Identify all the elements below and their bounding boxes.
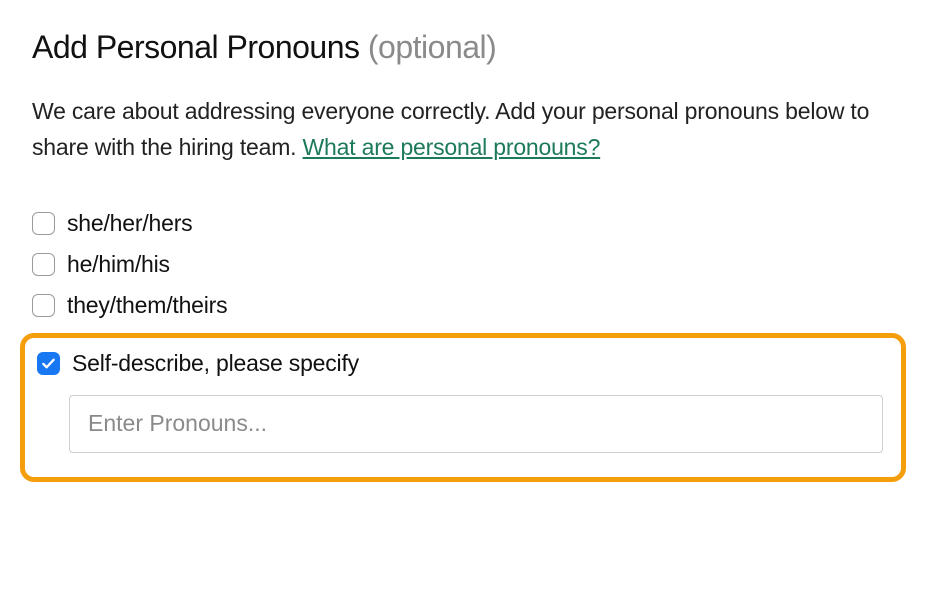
self-describe-highlight: Self-describe, please specify	[20, 333, 906, 482]
option-self-describe: Self-describe, please specify	[37, 350, 883, 377]
checkbox-they-them[interactable]	[32, 294, 55, 317]
pronoun-options: she/her/hers he/him/his they/them/theirs…	[32, 210, 904, 482]
section-heading: Add Personal Pronouns (optional)	[32, 28, 904, 66]
section-description: We care about addressing everyone correc…	[32, 94, 904, 165]
checkmark-icon	[41, 356, 56, 371]
label-they-them[interactable]: they/them/theirs	[67, 292, 227, 319]
option-they-them: they/them/theirs	[32, 292, 904, 319]
label-self-describe[interactable]: Self-describe, please specify	[72, 350, 359, 377]
option-she-her: she/her/hers	[32, 210, 904, 237]
self-describe-input[interactable]	[69, 395, 883, 453]
label-he-him[interactable]: he/him/his	[67, 251, 170, 278]
heading-main: Add Personal Pronouns	[32, 29, 360, 65]
what-are-pronouns-link[interactable]: What are personal pronouns?	[303, 134, 601, 160]
checkbox-self-describe[interactable]	[37, 352, 60, 375]
option-he-him: he/him/his	[32, 251, 904, 278]
label-she-her[interactable]: she/her/hers	[67, 210, 192, 237]
heading-optional: (optional)	[368, 29, 496, 65]
checkbox-he-him[interactable]	[32, 253, 55, 276]
checkbox-she-her[interactable]	[32, 212, 55, 235]
